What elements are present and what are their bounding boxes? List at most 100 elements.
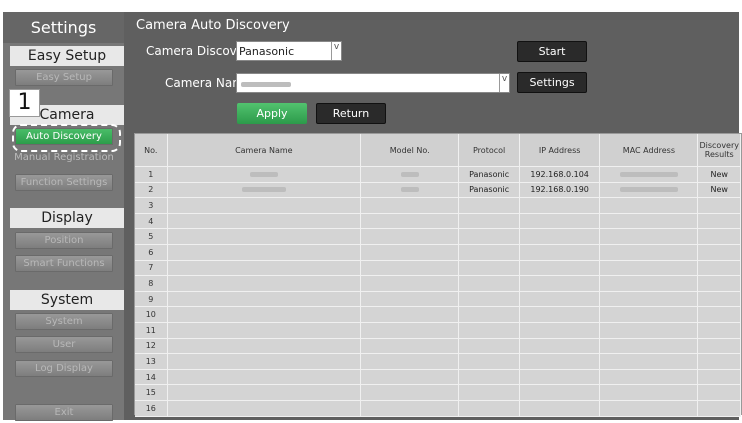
sidebar-item-smart-functions[interactable]: Smart Functions bbox=[15, 255, 113, 272]
sidebar-item-system[interactable]: System bbox=[15, 313, 113, 330]
cell-num: 9 bbox=[135, 291, 168, 308]
redacted-value bbox=[400, 187, 419, 193]
cell-result bbox=[697, 400, 741, 417]
cell-name bbox=[167, 275, 362, 292]
cell-mac bbox=[599, 384, 699, 401]
section-system: System bbox=[10, 290, 124, 310]
redacted-value bbox=[619, 187, 678, 193]
sidebar-item-user[interactable]: User bbox=[15, 336, 113, 353]
cell-name bbox=[167, 244, 362, 261]
cell-model bbox=[360, 291, 460, 308]
cell-mac bbox=[599, 197, 699, 214]
cell-mac bbox=[599, 244, 699, 261]
cell-num: 16 bbox=[135, 400, 168, 417]
cell-result: New bbox=[697, 182, 741, 199]
cell-num: 14 bbox=[135, 369, 168, 386]
cell-model bbox=[360, 275, 460, 292]
cell-model bbox=[360, 322, 460, 339]
cell-protocol bbox=[458, 291, 520, 308]
chevron-down-icon: v bbox=[499, 74, 509, 92]
sidebar-item-function-settings[interactable]: Function Settings bbox=[15, 174, 113, 191]
table-row[interactable]: 7 bbox=[135, 260, 741, 277]
cell-ip bbox=[519, 353, 601, 370]
table-row[interactable]: 13 bbox=[135, 353, 741, 370]
table-row[interactable]: 11 bbox=[135, 322, 741, 339]
table-row[interactable]: 6 bbox=[135, 244, 741, 261]
cell-ip bbox=[519, 369, 601, 386]
cell-num: 13 bbox=[135, 353, 168, 370]
cell-num: 1 bbox=[135, 166, 168, 183]
cell-model bbox=[360, 400, 460, 417]
table-row[interactable]: 3 bbox=[135, 197, 741, 214]
cell-mac bbox=[599, 213, 699, 230]
table-row[interactable]: 2 Panasonic 192.168.0.190 New bbox=[135, 182, 741, 199]
cell-mac bbox=[599, 353, 699, 370]
cell-ip bbox=[519, 306, 601, 323]
table-row[interactable]: 16 bbox=[135, 400, 741, 417]
table-row[interactable]: 15 bbox=[135, 384, 741, 401]
sidebar-item-log-display[interactable]: Log Display bbox=[15, 360, 113, 377]
cell-num: 7 bbox=[135, 260, 168, 277]
col-header-protocol: Protocol bbox=[458, 134, 520, 167]
redacted-value bbox=[619, 171, 678, 177]
cell-result bbox=[697, 338, 741, 355]
cell-result bbox=[697, 353, 741, 370]
cell-protocol bbox=[458, 369, 520, 386]
sidebar-title: Settings bbox=[3, 12, 124, 43]
cell-num: 2 bbox=[135, 182, 168, 199]
table-row[interactable]: 14 bbox=[135, 369, 741, 386]
sidebar-item-manual-registration[interactable]: Manual Registration bbox=[5, 152, 123, 163]
discovery-table: No. Camera Name Model No. Protocol IP Ad… bbox=[134, 133, 742, 417]
cell-result bbox=[697, 369, 741, 386]
cell-result: New bbox=[697, 166, 741, 183]
table-row[interactable]: 12 bbox=[135, 338, 741, 355]
cell-num: 8 bbox=[135, 275, 168, 292]
cell-result bbox=[697, 322, 741, 339]
callout-number: 1 bbox=[9, 89, 40, 117]
cell-result bbox=[697, 244, 741, 261]
section-display: Display bbox=[10, 208, 124, 228]
cell-num: 3 bbox=[135, 197, 168, 214]
redacted-value bbox=[400, 171, 419, 177]
cell-protocol: Panasonic bbox=[458, 182, 520, 199]
cell-model bbox=[360, 384, 460, 401]
return-button[interactable]: Return bbox=[316, 103, 386, 124]
cell-ip bbox=[519, 400, 601, 417]
cell-ip bbox=[519, 244, 601, 261]
table-row[interactable]: 8 bbox=[135, 275, 741, 292]
table-row[interactable]: 1 Panasonic 192.168.0.104 New bbox=[135, 166, 741, 183]
cell-protocol bbox=[458, 228, 520, 245]
camera-discovery-select[interactable]: Panasonic v bbox=[236, 41, 342, 61]
table-row[interactable]: 10 bbox=[135, 306, 741, 323]
cell-name bbox=[167, 353, 362, 370]
table-row[interactable]: 9 bbox=[135, 291, 741, 308]
cell-ip: 192.168.0.190 bbox=[519, 182, 601, 199]
cell-protocol bbox=[458, 384, 520, 401]
callout-highlight bbox=[12, 124, 121, 152]
cell-num: 6 bbox=[135, 244, 168, 261]
sidebar: Settings Easy Setup Easy Setup Camera Au… bbox=[3, 12, 124, 421]
cell-ip bbox=[519, 291, 601, 308]
start-button[interactable]: Start bbox=[517, 41, 587, 62]
sidebar-item-easy-setup[interactable]: Easy Setup bbox=[15, 69, 113, 86]
settings-button[interactable]: Settings bbox=[517, 72, 587, 93]
col-header-no: No. bbox=[135, 134, 168, 167]
exit-button[interactable]: Exit bbox=[15, 404, 113, 421]
cell-model bbox=[360, 228, 460, 245]
cell-protocol bbox=[458, 322, 520, 339]
cell-result bbox=[697, 213, 741, 230]
cell-mac bbox=[599, 369, 699, 386]
table-row[interactable]: 5 bbox=[135, 228, 741, 245]
cell-ip bbox=[519, 260, 601, 277]
cell-mac bbox=[599, 291, 699, 308]
cell-result bbox=[697, 291, 741, 308]
sidebar-item-position[interactable]: Position bbox=[15, 232, 113, 249]
cell-num: 11 bbox=[135, 322, 168, 339]
cell-model bbox=[360, 260, 460, 277]
redacted-value bbox=[249, 171, 278, 177]
camera-name-select[interactable]: v bbox=[236, 73, 510, 93]
cell-name bbox=[167, 338, 362, 355]
apply-button[interactable]: Apply bbox=[237, 103, 307, 124]
cell-name bbox=[167, 260, 362, 277]
table-row[interactable]: 4 bbox=[135, 213, 741, 230]
